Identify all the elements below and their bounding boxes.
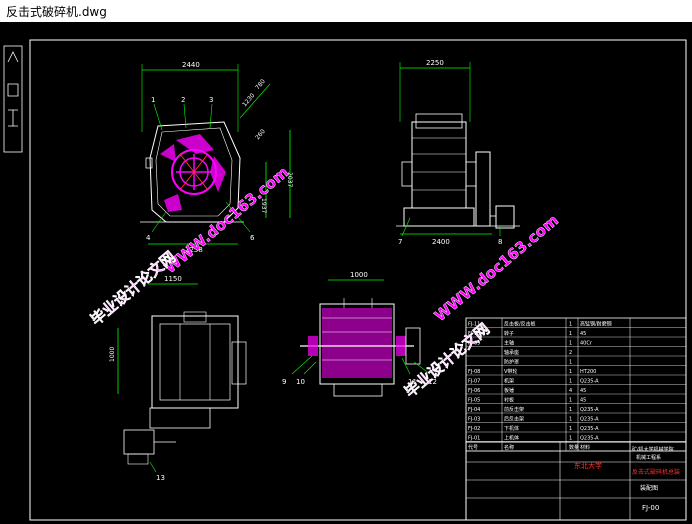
watermark-url-1: WWW.doc163.com <box>161 163 292 277</box>
strip-glyphs <box>7 51 19 127</box>
callout-2: 2 <box>181 96 185 104</box>
bom-cell: FJ-08 <box>468 369 480 375</box>
bom-cell: 1 <box>569 369 572 375</box>
bom-header-cell: 名称 <box>504 444 514 451</box>
bom-cell: 1 <box>569 360 572 366</box>
bom-cell: 后反击架 <box>504 416 524 423</box>
bom-cell: 1 <box>569 331 572 337</box>
bom-cell: 1 <box>569 436 572 442</box>
callout-10: 10 <box>296 378 305 386</box>
left-code-strip <box>3 45 23 153</box>
callout-13: 13 <box>156 474 165 482</box>
bom-header-cell: 代号 <box>468 444 478 451</box>
window-titlebar: 反击式破碎机.dwg <box>0 0 692 22</box>
plan-view[interactable]: 1150 1000 13 <box>109 275 247 482</box>
side-view[interactable]: 2250 2400 7 8 <box>396 59 520 246</box>
bom-cell: V带轮 <box>504 368 517 375</box>
bom-cell: 高锰钢/耐磨钢 <box>580 321 612 328</box>
dim-plan-height: 1000 <box>109 347 116 362</box>
bom-cell: 1 <box>569 379 572 385</box>
bom-cell: FJ-01 <box>468 436 480 442</box>
bom-cell: FJ-05 <box>468 398 480 404</box>
bom-cell: FJ-03 <box>468 417 480 423</box>
titleblock-drawing: 装配图 <box>640 484 658 492</box>
callout-1: 1 <box>151 96 155 104</box>
titleblock-product: 反击式破碎机总装 <box>632 468 680 476</box>
bom-cell: FJ-06 <box>468 388 480 394</box>
dim-front-d2: 260 <box>254 128 267 141</box>
bom-cell: 转子 <box>504 330 514 337</box>
bom-cell: 2 <box>569 350 572 356</box>
bom-cell: 45 <box>580 398 586 404</box>
callout-8: 8 <box>498 238 502 246</box>
callout-9: 9 <box>282 378 286 386</box>
callout-4: 4 <box>146 234 151 242</box>
bom-cell: 轴承座 <box>504 349 519 356</box>
title-block[interactable]: 东北大学 矿/机大学机械学院 机械工程系 反击式破碎机总装 装配图 FJ-00 <box>465 441 687 521</box>
bom-cell: 下机体 <box>504 425 519 432</box>
watermark-cn-1: 毕业设计论文网 <box>87 248 179 329</box>
bom-cell: Q235-A <box>580 417 599 423</box>
callout-3: 3 <box>209 96 213 104</box>
bom-cell: Q235-A <box>580 436 599 442</box>
bom-cell: 45 <box>580 388 586 394</box>
titleblock-code: FJ-00 <box>642 504 659 512</box>
bom-cell: 上机体 <box>504 435 519 442</box>
bom-cell: 前反击架 <box>504 406 524 413</box>
bom-cell: HT200 <box>580 369 596 375</box>
drawing-svg: 2440 2037 1937 2258 780 1230 260 1 2 3 4… <box>3 39 687 521</box>
bom-cell: FJ-04 <box>468 407 480 413</box>
bom-cell: 45 <box>580 331 586 337</box>
bom-cell: 板锤 <box>504 387 514 394</box>
titleblock-dept: 机械工程系 <box>636 454 661 461</box>
dim-front-width: 2440 <box>182 61 200 69</box>
cad-canvas[interactable]: 2440 2037 1937 2258 780 1230 260 1 2 3 4… <box>0 22 692 524</box>
bom-cell: Q235-A <box>580 426 599 432</box>
bom-cell: 1 <box>569 417 572 423</box>
bom-cell: FJ-02 <box>468 426 480 432</box>
dim-front-d3: 1230 <box>241 92 256 108</box>
dim-rotor-width: 1000 <box>350 271 368 279</box>
callout-6: 6 <box>250 234 255 242</box>
bom-cell: 1 <box>569 322 572 328</box>
bom-cell: 反击板/反击板 <box>504 321 536 328</box>
bom-cell: 40Cr <box>580 341 593 347</box>
bom-cell: 衬板 <box>504 397 514 404</box>
bom-cell: 防护罩 <box>504 359 519 366</box>
bom-cell: FJ-07 <box>468 379 480 385</box>
dim-side-bottom: 2400 <box>432 238 450 246</box>
bom-cell: 1 <box>569 407 572 413</box>
titleblock-company: 东北大学 <box>574 461 602 470</box>
bom-cell: 主轴 <box>504 340 514 347</box>
callout-7: 7 <box>398 238 402 246</box>
bom-header-cell: 数量 <box>569 444 579 451</box>
bom-cell: 机架 <box>504 378 514 385</box>
window-title: 反击式破碎机.dwg <box>6 5 107 19</box>
bom-cell: 1 <box>569 426 572 432</box>
bom-cell: 1 <box>569 341 572 347</box>
bom-header-cell: 材料 <box>580 444 590 451</box>
bom-cell: 4 <box>569 388 572 394</box>
bom-table[interactable]: FJ-11 反击板/反击板 1 高锰钢/耐磨钢FJ-10 转子 1 45FJ-09 主轴 1 40… <box>465 317 687 452</box>
bom-cell: 1 <box>569 398 572 404</box>
dim-side-width: 2250 <box>426 59 444 67</box>
bom-cell: Q235-A <box>580 407 599 413</box>
bom-cell: Q235-A <box>580 379 599 385</box>
titleblock-school: 矿/机大学机械学院 <box>632 446 674 453</box>
